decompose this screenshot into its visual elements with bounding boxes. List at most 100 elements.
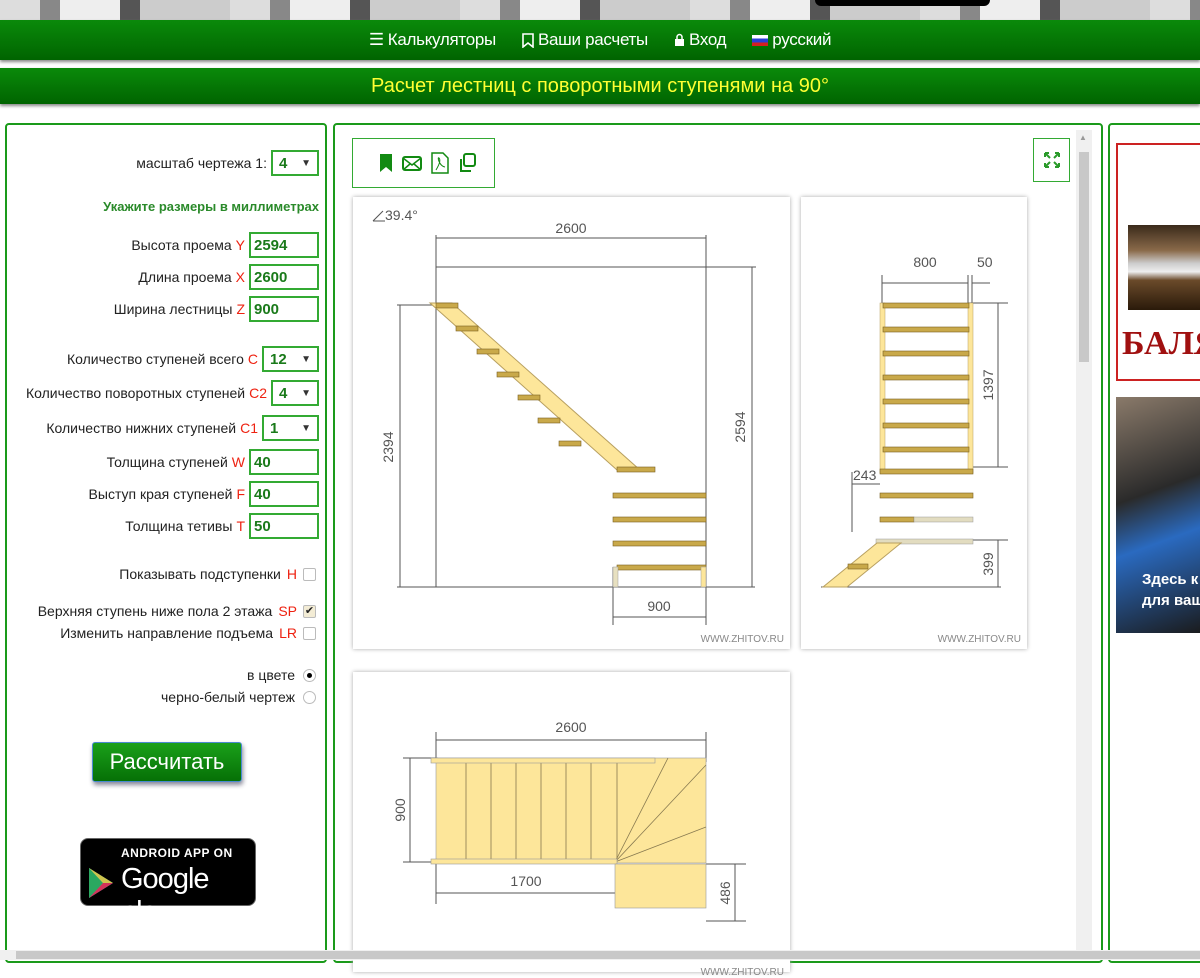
- direction-code: LR: [279, 625, 297, 641]
- steps-total-value: 12: [270, 350, 287, 368]
- watermark: WWW.ZHITOV.RU: [700, 967, 784, 978]
- front-view-drawing: 800 50 1397 243 399 WWW.ZHITOV.RU: [801, 197, 1027, 649]
- watermark: WWW.ZHITOV.RU: [700, 634, 784, 645]
- length-label: Длина проема: [138, 269, 232, 285]
- dim-width: 800: [913, 254, 937, 270]
- risers-label: Показывать подступенки: [119, 566, 281, 582]
- length-input[interactable]: [249, 264, 319, 290]
- scale-value: 4: [279, 154, 288, 172]
- dim-flight: 1700: [510, 873, 541, 889]
- tread-thickness-label: Толщина ступеней: [106, 454, 228, 470]
- steps-lower-select[interactable]: 1 ▼: [262, 415, 319, 441]
- copy-icon[interactable]: [458, 153, 476, 173]
- nosing-label: Выступ края ступеней: [88, 486, 233, 502]
- dim-length: 2600: [555, 220, 586, 236]
- steps-turn-select[interactable]: 4 ▼: [271, 380, 319, 406]
- steps-total-select[interactable]: 12 ▼: [262, 346, 319, 372]
- chevron-down-icon: ▼: [301, 422, 311, 434]
- watermark: WWW.ZHITOV.RU: [937, 634, 1021, 645]
- steps-turn-code: C2: [249, 385, 267, 401]
- fullscreen-button[interactable]: [1033, 138, 1070, 182]
- bw-mode-radio[interactable]: [303, 690, 316, 704]
- calculate-button[interactable]: Рассчитать: [92, 742, 242, 782]
- horizontal-scrollbar[interactable]: [0, 950, 1200, 960]
- nav-calculators[interactable]: ☰ Калькуляторы: [369, 30, 496, 50]
- height-input[interactable]: [249, 232, 319, 258]
- risers-checkbox[interactable]: [303, 567, 316, 581]
- banner-ad: [815, 0, 990, 6]
- dim-lower-height: 399: [980, 552, 996, 576]
- page-title: Расчет лестниц с поворотными ступенями н…: [0, 68, 1200, 104]
- pdf-icon[interactable]: [431, 152, 449, 174]
- height-label: Высота проема: [131, 237, 232, 253]
- steps-turn-value: 4: [279, 384, 288, 402]
- vertical-scrollbar[interactable]: ▲: [1076, 130, 1092, 960]
- ad-car-seats[interactable]: Здесь к для ваш: [1116, 397, 1200, 633]
- fullscreen-icon: [1043, 152, 1060, 168]
- risers-code: H: [286, 566, 297, 582]
- header-banner: [0, 0, 1200, 20]
- drawings-panel: ▲ 39.4° 2600 2394 2594 900 WWW.ZHITOV.RU…: [333, 123, 1103, 978]
- nosing-code: F: [236, 486, 245, 502]
- dim-left-height: 2394: [380, 431, 396, 462]
- google-play-icon: [89, 868, 113, 898]
- tread-thickness-input[interactable]: [249, 449, 319, 475]
- gplay-line2: Google play: [121, 863, 210, 928]
- gplay-line1: ANDROID APP ON: [121, 846, 233, 860]
- bookmark-icon[interactable]: [379, 153, 393, 173]
- lock-icon: [674, 33, 684, 46]
- nav-login[interactable]: Вход: [674, 30, 727, 50]
- dim-width: 900: [392, 798, 408, 822]
- menu-icon: ☰: [368, 30, 384, 49]
- color-mode-label: в цвете: [247, 667, 295, 683]
- ad-text: Здесь к для ваш: [1142, 571, 1200, 609]
- top-step-label: Верхняя ступень ниже пола 2 этажа: [37, 603, 273, 619]
- top-step-checkbox[interactable]: ✔: [303, 604, 316, 618]
- ad-balusters[interactable]: БАЛЯСИ: [1116, 143, 1200, 381]
- width-label: Ширина лестницы: [113, 301, 233, 317]
- google-play-badge[interactable]: ANDROID APP ON Google play: [80, 838, 256, 928]
- scrollbar-thumb[interactable]: [16, 951, 1200, 959]
- height-code: Y: [235, 237, 245, 253]
- steps-total-code: C: [247, 351, 258, 367]
- scrollbar-thumb[interactable]: [1079, 152, 1089, 362]
- steps-lower-label: Количество нижних ступеней: [46, 420, 237, 436]
- units-hint: Укажите размеры в миллиметрах: [103, 199, 319, 214]
- chevron-down-icon: ▼: [301, 387, 311, 399]
- scale-select[interactable]: 4 ▼: [271, 150, 319, 176]
- email-icon[interactable]: [402, 154, 422, 172]
- tread-thickness-code: W: [231, 454, 245, 470]
- dim-offset: 243: [853, 467, 877, 483]
- chevron-down-icon: ▼: [301, 353, 311, 365]
- direction-checkbox[interactable]: [303, 626, 316, 640]
- width-code: Z: [236, 301, 245, 317]
- bookmark-icon: [522, 32, 534, 48]
- stringer-input[interactable]: [249, 513, 319, 539]
- top-step-code: SP: [278, 603, 297, 619]
- dim-width: 900: [647, 598, 671, 614]
- chevron-down-icon: ▼: [301, 157, 311, 169]
- drawing-toolbar: [352, 138, 495, 188]
- dim-landing: 486: [717, 881, 733, 905]
- steps-lower-code: C1: [240, 420, 258, 436]
- stringer-code: T: [236, 518, 245, 534]
- steps-total-label: Количество ступеней всего: [66, 351, 244, 367]
- width-input[interactable]: [249, 296, 319, 322]
- nosing-input[interactable]: [249, 481, 319, 507]
- steps-turn-label: Количество поворотных ступеней: [25, 385, 246, 401]
- dim-right-height: 2594: [732, 411, 748, 442]
- steps-lower-value: 1: [270, 419, 279, 437]
- nav-your-calculations[interactable]: Ваши расчеты: [522, 30, 648, 50]
- ad-text: БАЛЯСИ: [1122, 325, 1200, 362]
- direction-label: Изменить направление подъема: [60, 625, 274, 641]
- dim-upper-height: 1397: [980, 369, 996, 400]
- nav-language[interactable]: русский: [752, 30, 831, 50]
- length-code: X: [235, 269, 245, 285]
- bw-mode-label: черно-белый чертеж: [161, 689, 295, 705]
- color-mode-radio[interactable]: [303, 668, 316, 682]
- side-view-drawing: 39.4° 2600 2394 2594 900 WWW.ZHITOV.RU: [353, 197, 790, 649]
- stringer-label: Толщина тетивы: [125, 518, 233, 534]
- calculator-form: масштаб чертежа 1: 4 ▼ Укажите размеры в м…: [5, 123, 327, 963]
- ad-image: [1128, 225, 1200, 310]
- scale-label: масштаб чертежа 1:: [136, 155, 267, 171]
